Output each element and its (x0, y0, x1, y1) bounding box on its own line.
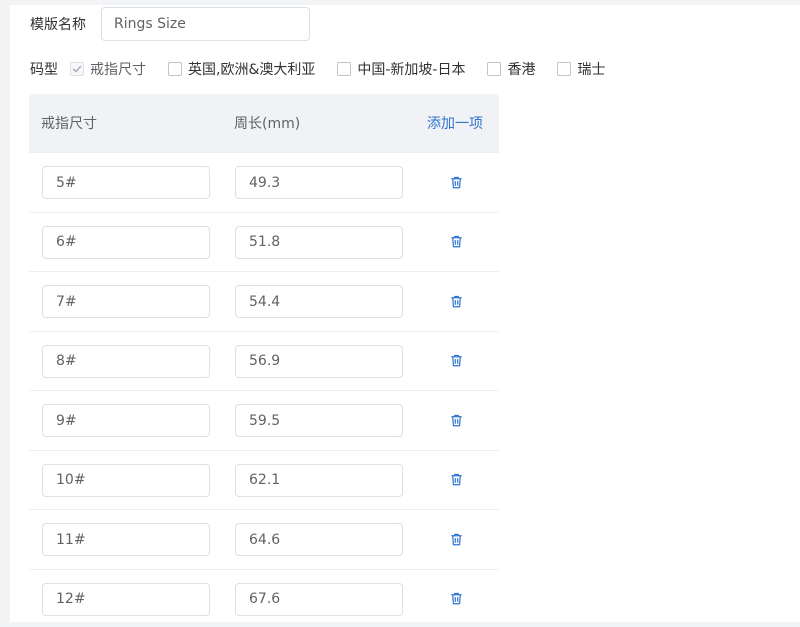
circumference-input[interactable] (235, 463, 403, 497)
checkbox-box (70, 62, 84, 76)
table-header: 戒指尺寸 周长(mm) 添加一项 (29, 94, 499, 153)
checkbox-ch[interactable]: 瑞士 (557, 59, 605, 79)
circumference-input[interactable] (235, 404, 403, 437)
circumference-input[interactable] (235, 166, 403, 199)
template-name-row: 模版名称 (30, 7, 310, 41)
checkbox-label: 英国,欧洲&澳大利亚 (188, 62, 316, 78)
template-name-input[interactable] (101, 7, 310, 41)
check-icon (72, 65, 82, 73)
table-row (29, 510, 499, 570)
size-type-row: 码型 戒指尺寸 英国,欧洲&澳大利亚 中国-新加坡-日本 香港 瑞士 (30, 57, 627, 81)
circumference-input[interactable] (235, 285, 403, 318)
checkbox-box (168, 62, 182, 76)
trash-icon (450, 414, 462, 426)
trash-icon (450, 295, 462, 307)
header-ring-size: 戒指尺寸 (41, 116, 97, 132)
table-row (29, 212, 499, 272)
table-row (29, 450, 499, 510)
delete-row-button[interactable] (447, 173, 465, 191)
table-row (29, 272, 499, 332)
ring-size-input[interactable] (42, 463, 210, 497)
template-name-label: 模版名称 (30, 17, 86, 33)
checkbox-box (337, 62, 352, 76)
ring-size-input[interactable] (42, 404, 210, 437)
trash-icon (450, 354, 462, 367)
checkbox-label: 瑞士 (577, 62, 606, 78)
checkbox-label: 戒指尺寸 (90, 62, 146, 78)
ring-size-input[interactable] (42, 344, 210, 378)
delete-row-button[interactable] (447, 352, 465, 370)
trash-icon (450, 533, 462, 545)
template-form: 模版名称 码型 戒指尺寸 英国,欧洲&澳大利亚 中国-新加坡-日本 香港 (10, 5, 800, 622)
delete-row-button[interactable] (447, 471, 465, 489)
delete-row-button[interactable] (447, 292, 465, 310)
checkbox-box (557, 62, 572, 76)
table-row (29, 153, 499, 213)
delete-row-button[interactable] (447, 530, 465, 548)
trash-icon (450, 235, 462, 248)
table-row (29, 569, 499, 622)
size-type-label: 码型 (30, 62, 58, 78)
table-row (29, 391, 499, 451)
checkbox-cn-sg-jp[interactable]: 中国-新加坡-日本 (337, 59, 465, 79)
delete-row-button[interactable] (447, 590, 465, 608)
circumference-input[interactable] (235, 523, 403, 556)
checkbox-uk-eu-au[interactable]: 英国,欧洲&澳大利亚 (168, 59, 315, 79)
ring-size-input[interactable] (42, 285, 210, 318)
checkbox-ring-size[interactable]: 戒指尺寸 (70, 59, 146, 79)
ring-size-input[interactable] (42, 225, 210, 259)
ring-size-input[interactable] (42, 582, 210, 616)
circumference-input[interactable] (235, 225, 403, 259)
checkbox-hk[interactable]: 香港 (487, 59, 535, 79)
header-circumference: 周长(mm) (234, 116, 301, 132)
size-table: 戒指尺寸 周长(mm) 添加一项 (29, 94, 499, 622)
checkbox-label: 中国-新加坡-日本 (357, 62, 466, 78)
delete-row-button[interactable] (447, 233, 465, 251)
circumference-input[interactable] (235, 582, 403, 616)
checkbox-box (487, 62, 502, 76)
trash-icon (450, 473, 462, 486)
circumference-input[interactable] (235, 344, 403, 378)
trash-icon (450, 592, 462, 605)
table-row (29, 331, 499, 391)
trash-icon (450, 176, 462, 188)
delete-row-button[interactable] (447, 411, 465, 429)
ring-size-input[interactable] (42, 523, 210, 556)
ring-size-input[interactable] (42, 166, 210, 199)
add-row-link[interactable]: 添加一项 (427, 113, 483, 133)
checkbox-label: 香港 (507, 62, 536, 78)
